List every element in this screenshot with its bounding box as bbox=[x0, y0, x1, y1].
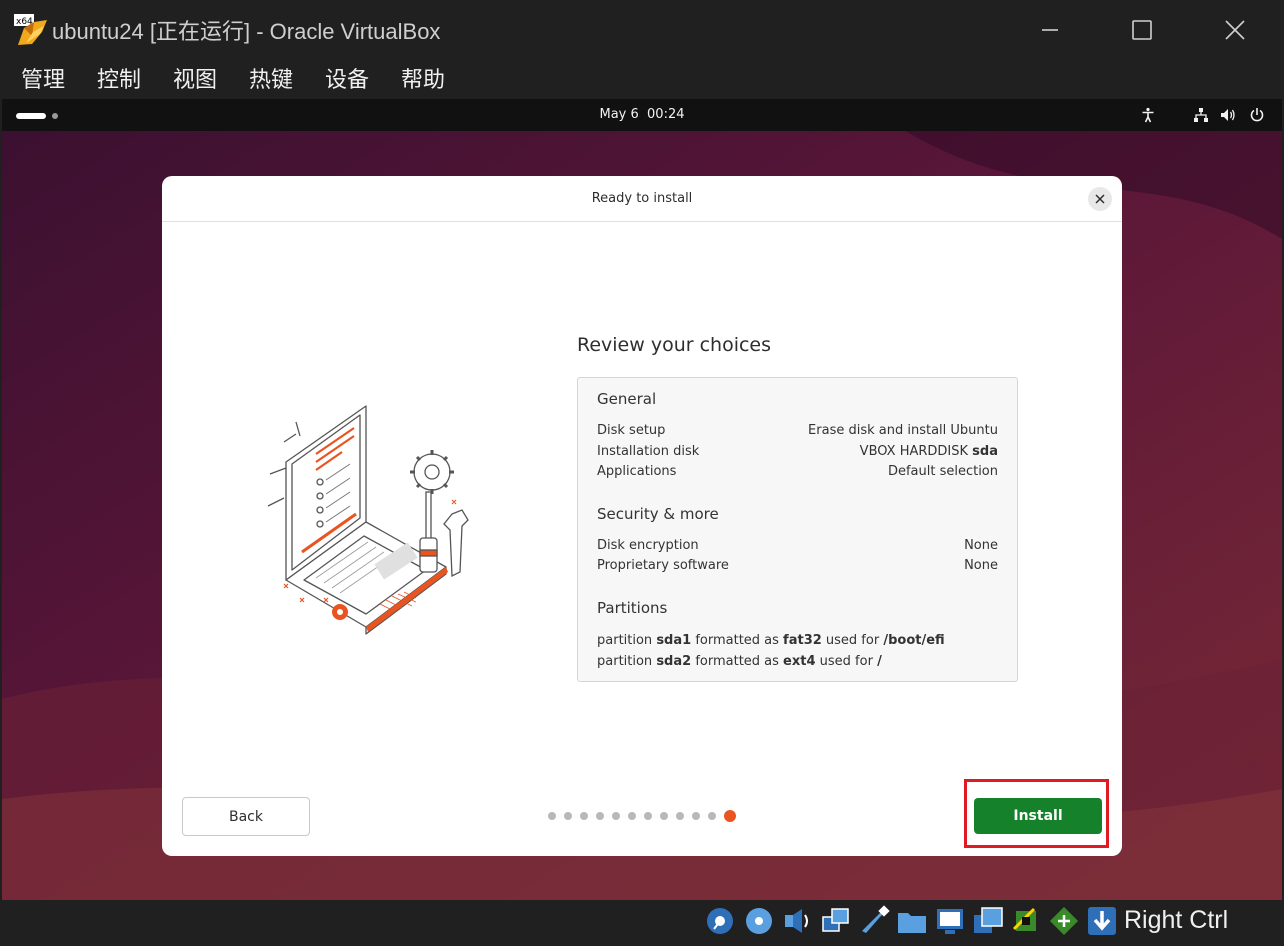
recording-icon[interactable] bbox=[972, 905, 1004, 937]
usb-icon[interactable] bbox=[858, 905, 890, 937]
installation-disk-value: VBOX HARDDISK sda bbox=[859, 444, 998, 459]
security-section-title: Security & more bbox=[597, 505, 719, 523]
laptop-tools-illustration bbox=[267, 405, 469, 635]
menu-bar: 管理 控制 视图 热键 设备 帮助 bbox=[0, 58, 1284, 98]
volume-icon[interactable] bbox=[1220, 107, 1236, 123]
virtualbox-logo-icon: x64 bbox=[14, 14, 47, 45]
step-dot bbox=[612, 812, 620, 820]
close-icon bbox=[1225, 20, 1245, 40]
window-title: ubuntu24 [正在运行] - Oracle VirtualBox bbox=[52, 19, 441, 44]
power-icon[interactable] bbox=[1249, 107, 1265, 123]
disk-encryption-label: Disk encryption bbox=[597, 538, 699, 553]
disk-setup-value: Erase disk and install Ubuntu bbox=[808, 423, 998, 438]
window-titlebar: x64 ubuntu24 [正在运行] - Oracle VirtualBox bbox=[0, 0, 1284, 58]
cpu-icon[interactable] bbox=[1010, 905, 1042, 937]
dialog-header: Ready to install bbox=[162, 176, 1122, 222]
applications-value: Default selection bbox=[887, 464, 998, 479]
step-dot-current bbox=[724, 810, 736, 822]
minimize-button[interactable] bbox=[1027, 12, 1073, 48]
back-button[interactable]: Back bbox=[182, 797, 310, 836]
dialog-title: Ready to install bbox=[591, 191, 693, 206]
menu-devices[interactable]: 设备 bbox=[325, 62, 369, 94]
summary-panel: General Disk setup Erase disk and instal… bbox=[577, 377, 1018, 682]
install-button[interactable]: Install bbox=[974, 798, 1102, 834]
dialog-close-button[interactable] bbox=[1088, 187, 1112, 211]
installer-dialog: Ready to install Review your choices Gen… bbox=[162, 176, 1122, 856]
network-icon[interactable] bbox=[1193, 107, 1209, 123]
minimize-icon bbox=[1042, 29, 1058, 31]
optical-disc-icon[interactable] bbox=[743, 905, 775, 937]
general-section-title: General bbox=[597, 390, 657, 408]
gnome-top-bar: May 6 00:24 bbox=[2, 99, 1282, 131]
display-icon[interactable] bbox=[934, 905, 966, 937]
mouse-integration-icon[interactable] bbox=[1048, 905, 1080, 937]
maximize-icon bbox=[1132, 20, 1152, 40]
hard-disk-icon[interactable] bbox=[704, 905, 736, 937]
partition-line: partition sda1 formatted as fat32 used f… bbox=[597, 633, 945, 648]
menu-control[interactable]: 控制 bbox=[97, 62, 141, 94]
step-dot bbox=[628, 812, 636, 820]
step-progress-indicator bbox=[548, 809, 736, 823]
step-dot bbox=[676, 812, 684, 820]
disk-setup-label: Disk setup bbox=[597, 423, 666, 438]
step-dot bbox=[692, 812, 700, 820]
applications-label: Applications bbox=[597, 464, 677, 479]
partitions-section-title: Partitions bbox=[597, 599, 668, 617]
audio-icon[interactable] bbox=[782, 905, 814, 937]
host-key-label: Right Ctrl bbox=[1124, 906, 1229, 934]
maximize-button[interactable] bbox=[1119, 12, 1165, 48]
step-dot bbox=[580, 812, 588, 820]
top-bar-clock[interactable]: May 6 00:24 bbox=[2, 107, 1282, 122]
host-key-arrow-icon[interactable] bbox=[1086, 905, 1118, 937]
close-icon bbox=[1095, 194, 1105, 204]
proprietary-software-value: None bbox=[964, 558, 998, 573]
step-dot bbox=[644, 812, 652, 820]
step-dot bbox=[660, 812, 668, 820]
close-window-button[interactable] bbox=[1212, 12, 1258, 48]
shared-folders-icon[interactable] bbox=[896, 905, 928, 937]
guest-screen[interactable]: May 6 00:24 Ready to install Review your… bbox=[2, 99, 1282, 900]
disk-encryption-value: None bbox=[964, 538, 998, 553]
review-heading: Review your choices bbox=[577, 334, 772, 356]
step-dot bbox=[708, 812, 716, 820]
network-adapters-icon[interactable] bbox=[820, 905, 852, 937]
menu-manage[interactable]: 管理 bbox=[21, 62, 65, 94]
partition-line: partition sda2 formatted as ext4 used fo… bbox=[597, 654, 882, 669]
menu-hotkeys[interactable]: 热键 bbox=[249, 62, 293, 94]
step-dot bbox=[548, 812, 556, 820]
menu-help[interactable]: 帮助 bbox=[401, 62, 445, 94]
step-dot bbox=[564, 812, 572, 820]
menu-view[interactable]: 视图 bbox=[173, 62, 217, 94]
accessibility-icon[interactable] bbox=[1140, 107, 1156, 123]
step-dot bbox=[596, 812, 604, 820]
installation-disk-label: Installation disk bbox=[597, 444, 700, 459]
proprietary-software-label: Proprietary software bbox=[597, 558, 729, 573]
